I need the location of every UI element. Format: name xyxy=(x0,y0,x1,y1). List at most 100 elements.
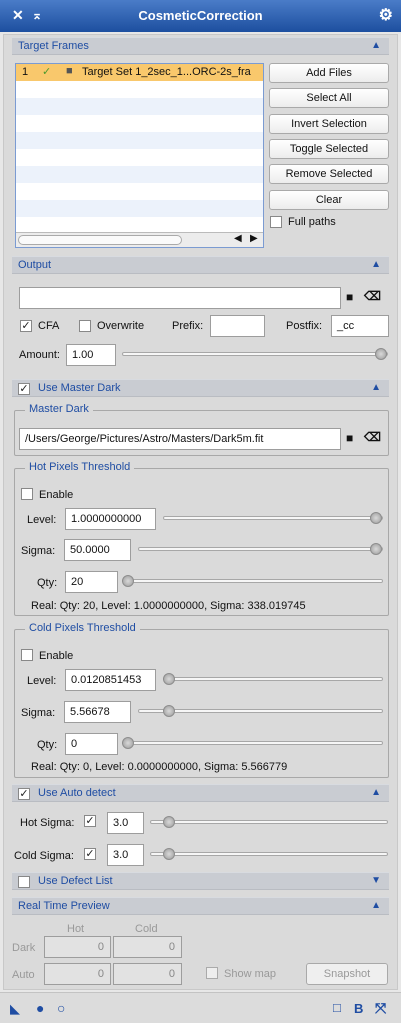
cold-real-values: Real: Qty: 0, Level: 0.0000000000, Sigma… xyxy=(31,761,288,773)
real-time-preview-section[interactable]: Real Time Preview ▲ xyxy=(12,897,389,915)
cold-level-slider[interactable] xyxy=(163,673,383,685)
new-instance-icon[interactable]: ◣ xyxy=(10,1001,20,1017)
row-label: Target Set 1_2sec_1...ORC-2s_fra xyxy=(82,66,251,78)
section-label: Output xyxy=(18,259,52,271)
apply-global-icon[interactable]: ● xyxy=(36,1000,44,1016)
scroll-left-icon[interactable]: ◀ xyxy=(234,233,242,244)
use-defect-list-checkbox[interactable] xyxy=(18,876,30,888)
preview-dark-hot: 0 xyxy=(44,936,111,958)
slider-knob[interactable] xyxy=(163,816,175,828)
hot-sigma-auto-input[interactable]: 3.0 xyxy=(107,812,144,834)
prefix-input[interactable] xyxy=(210,315,265,337)
hot-level-slider[interactable] xyxy=(163,512,383,524)
output-directory-input[interactable] xyxy=(19,287,341,309)
track-view-icon[interactable]: B xyxy=(354,1001,363,1016)
hot-sigma-input[interactable]: 50.0000 xyxy=(64,539,131,561)
cfa-label: CFA xyxy=(38,320,60,332)
use-auto-detect-checkbox[interactable]: ✓ xyxy=(18,788,30,800)
gear-icon[interactable]: ⚙ xyxy=(379,5,393,25)
use-auto-detect-section[interactable]: ✓ Use Auto detect ▲ xyxy=(12,784,389,802)
use-master-dark-section[interactable]: ✓ Use Master Dark ▲ xyxy=(12,379,389,397)
clear-field-icon[interactable]: ⌫ xyxy=(364,289,381,303)
section-label: Use Master Dark xyxy=(38,382,121,394)
folder-icon[interactable]: ■ xyxy=(346,431,353,445)
title-bar: ✕ ⌅ CosmeticCorrection ⚙ xyxy=(0,0,401,32)
list-item xyxy=(16,183,263,200)
browse-documentation-icon[interactable]: □ xyxy=(333,1000,341,1015)
reset-icon[interactable]: ⤧ xyxy=(375,1000,386,1017)
collapse-arrow-icon[interactable]: ▲ xyxy=(371,40,381,51)
apply-icon[interactable]: ○ xyxy=(57,1000,65,1016)
hot-level-input[interactable]: 1.0000000000 xyxy=(65,508,156,530)
list-item xyxy=(16,115,263,132)
preview-auto-hot: 0 xyxy=(44,963,111,985)
add-files-button[interactable]: Add Files xyxy=(269,63,389,83)
clear-field-icon[interactable]: ⌫ xyxy=(364,430,381,444)
list-item[interactable]: 1 ✓ ■ Target Set 1_2sec_1...ORC-2s_fra xyxy=(16,64,263,81)
select-all-button[interactable]: Select All xyxy=(269,88,389,108)
slider-knob[interactable] xyxy=(370,543,382,555)
slider-knob[interactable] xyxy=(370,512,382,524)
scroll-right-icon[interactable]: ▶ xyxy=(250,233,258,244)
cold-sigma-auto-slider[interactable] xyxy=(150,848,388,860)
hot-sigma-auto-checkbox[interactable]: ✓ xyxy=(84,815,96,827)
full-paths-checkbox[interactable] xyxy=(270,216,282,228)
invert-selection-button[interactable]: Invert Selection xyxy=(269,114,389,134)
hot-qty-input[interactable]: 20 xyxy=(65,571,118,593)
list-item xyxy=(16,149,263,166)
collapse-arrow-icon[interactable]: ▲ xyxy=(371,900,381,911)
expand-arrow-icon[interactable]: ▼ xyxy=(371,875,381,886)
use-master-dark-checkbox[interactable]: ✓ xyxy=(18,383,30,395)
window-title: CosmeticCorrection xyxy=(138,8,263,23)
amount-slider[interactable] xyxy=(122,348,388,360)
hot-sigma-label: Sigma: xyxy=(21,545,56,557)
toggle-selected-button[interactable]: Toggle Selected xyxy=(269,139,389,159)
slider-knob[interactable] xyxy=(122,737,134,749)
cold-qty-slider[interactable] xyxy=(122,737,383,749)
cold-level-label: Level: xyxy=(27,675,57,687)
collapse-arrow-icon[interactable]: ▲ xyxy=(371,259,381,270)
hot-enable-label: Enable xyxy=(39,489,74,501)
amount-input[interactable]: 1.00 xyxy=(66,344,116,366)
hot-sigma-slider[interactable] xyxy=(138,543,383,555)
overwrite-checkbox[interactable] xyxy=(79,320,91,332)
master-dark-path-input[interactable]: /Users/George/Pictures/Astro/Masters/Dar… xyxy=(19,428,341,450)
target-frames-list[interactable]: 1 ✓ ■ Target Set 1_2sec_1...ORC-2s_fra ◀… xyxy=(15,63,264,248)
cold-sigma-input[interactable]: 5.56678 xyxy=(64,701,131,723)
cfa-checkbox[interactable]: ✓ xyxy=(20,320,32,332)
check-icon[interactable]: ✓ xyxy=(42,65,51,78)
remove-selected-button[interactable]: Remove Selected xyxy=(269,164,389,184)
target-frames-section[interactable]: Target Frames ▲ xyxy=(12,37,389,55)
use-defect-list-section[interactable]: Use Defect List ▼ xyxy=(12,872,389,890)
hot-enable-checkbox[interactable] xyxy=(21,488,33,500)
folder-icon[interactable]: ■ xyxy=(346,290,353,304)
slider-knob[interactable] xyxy=(122,575,134,587)
preview-cold-header: Cold xyxy=(135,923,158,935)
cold-sigma-slider[interactable] xyxy=(138,705,383,717)
cold-enable-label: Enable xyxy=(39,650,74,662)
collapse-arrow-icon[interactable]: ▲ xyxy=(371,382,381,393)
output-section[interactable]: Output ▲ xyxy=(12,256,389,274)
cold-qty-input[interactable]: 0 xyxy=(65,733,118,755)
snapshot-button[interactable]: Snapshot xyxy=(306,963,388,985)
slider-knob[interactable] xyxy=(163,705,175,717)
clear-button[interactable]: Clear xyxy=(269,190,389,210)
list-item xyxy=(16,98,263,115)
postfix-input[interactable]: _cc xyxy=(331,315,389,337)
list-item xyxy=(16,200,263,217)
cold-enable-checkbox[interactable] xyxy=(21,649,33,661)
hot-qty-slider[interactable] xyxy=(122,575,383,587)
cold-sigma-auto-checkbox[interactable]: ✓ xyxy=(84,848,96,860)
horizontal-scrollbar[interactable]: ◀ ▶ xyxy=(16,232,263,247)
cold-level-input[interactable]: 0.0120851453 xyxy=(65,669,156,691)
hot-real-values: Real: Qty: 20, Level: 1.0000000000, Sigm… xyxy=(31,600,306,612)
scrollbar-thumb[interactable] xyxy=(18,235,182,245)
collapse-arrow-icon[interactable]: ▲ xyxy=(371,787,381,798)
slider-knob[interactable] xyxy=(163,673,175,685)
list-item xyxy=(16,166,263,183)
show-map-checkbox[interactable] xyxy=(206,967,218,979)
hot-sigma-auto-slider[interactable] xyxy=(150,816,388,828)
slider-knob[interactable] xyxy=(163,848,175,860)
slider-knob[interactable] xyxy=(375,348,387,360)
cold-sigma-auto-input[interactable]: 3.0 xyxy=(107,844,144,866)
